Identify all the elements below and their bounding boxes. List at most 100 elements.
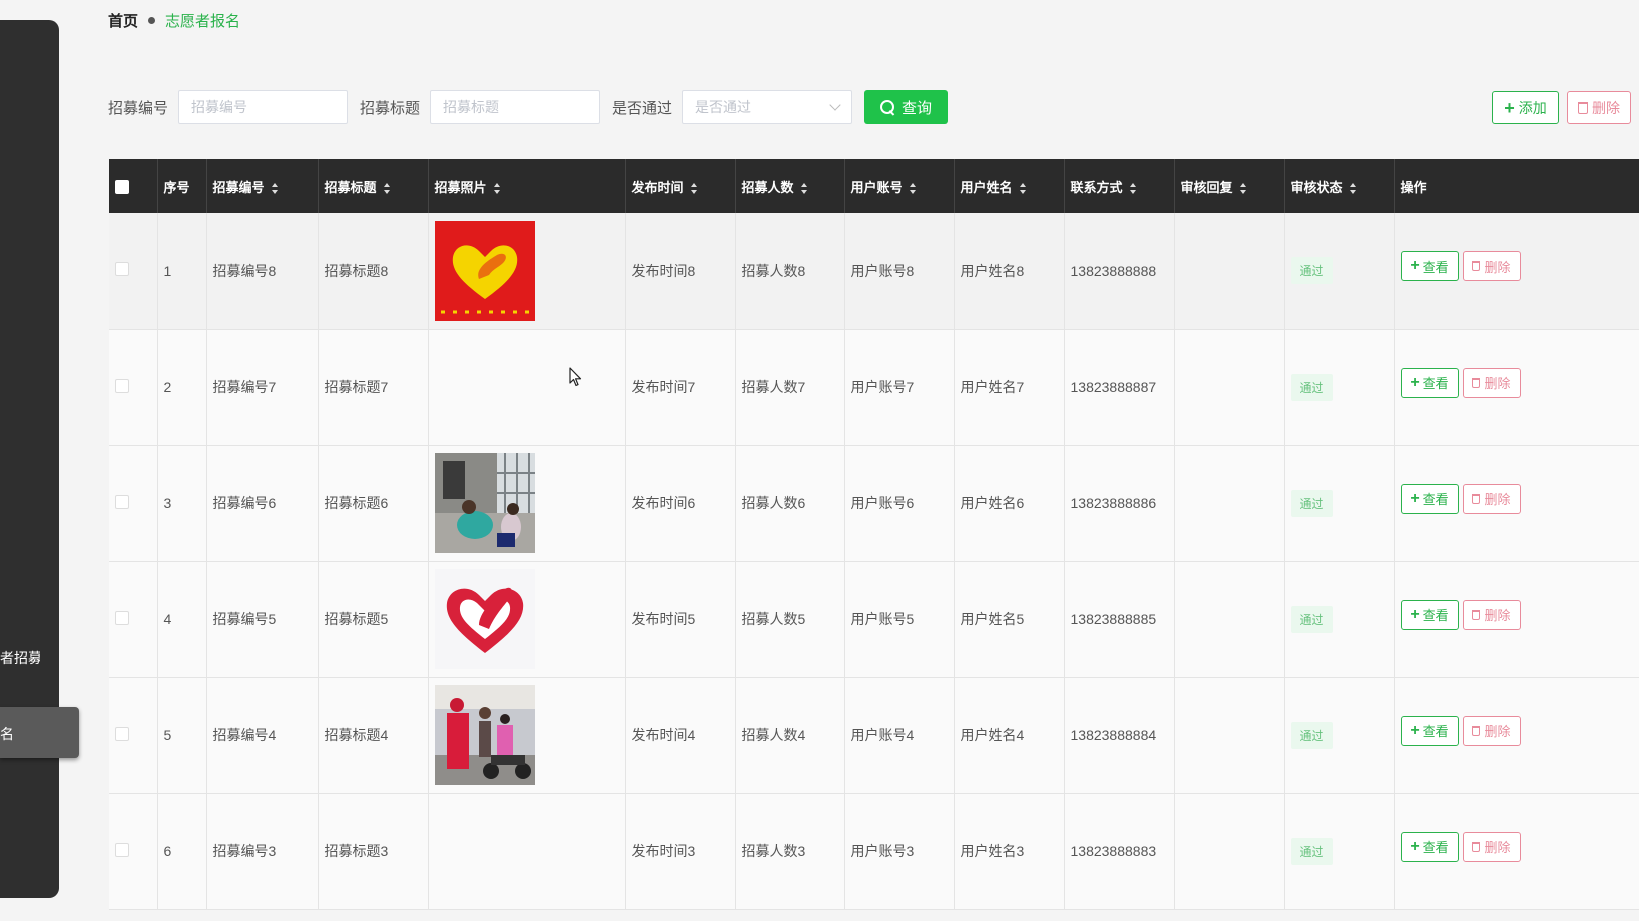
trash-icon: [1578, 101, 1588, 114]
add-button[interactable]: + 添加: [1492, 91, 1559, 124]
row-delete-button[interactable]: 删除: [1462, 715, 1521, 746]
title-cell: 招募标题6: [318, 445, 429, 562]
title-cell: 招募标题7: [318, 329, 429, 446]
status-cell: 通过: [1284, 329, 1395, 446]
row-checkbox[interactable]: [115, 262, 129, 277]
header-account[interactable]: 用户账号: [844, 159, 955, 213]
code-input[interactable]: [178, 90, 349, 124]
view-button[interactable]: + 查看: [1400, 483, 1459, 514]
row-delete-button[interactable]: 删除: [1462, 367, 1521, 398]
plus-icon: +: [1410, 721, 1420, 739]
header-count[interactable]: 招募人数: [735, 159, 845, 213]
sidebar-item-recruit[interactable]: 志愿者招募: [0, 648, 40, 668]
reply-cell: [1174, 445, 1285, 562]
sort-icon[interactable]: [690, 182, 698, 194]
trash-icon: [1472, 841, 1481, 852]
index-cell: 5: [157, 677, 207, 794]
phone-cell: 13823888886: [1064, 445, 1175, 562]
view-label: 查看: [1422, 840, 1449, 855]
row-select-cell[interactable]: [109, 329, 158, 446]
name-cell: 用户姓名7: [954, 329, 1065, 446]
sort-icon[interactable]: [1239, 182, 1247, 194]
row-select-cell[interactable]: [109, 213, 158, 330]
view-button[interactable]: + 查看: [1400, 251, 1459, 281]
view-button[interactable]: + 查看: [1400, 831, 1459, 862]
breadcrumb-home[interactable]: 首页: [108, 10, 138, 31]
photo-cell: [428, 445, 626, 562]
mouse-cursor-icon: [569, 367, 582, 387]
row-select-cell[interactable]: [109, 561, 158, 678]
status-cell: 通过: [1284, 213, 1395, 330]
sort-icon[interactable]: [383, 182, 391, 194]
add-label: 添加: [1518, 99, 1547, 116]
sort-icon[interactable]: [800, 182, 808, 194]
search-bar: 招募编号 招募标题 是否通过 是否通过 查询: [108, 90, 949, 124]
time-cell: 发布时间3: [625, 793, 736, 910]
sidebar-item-signup[interactable]: 志愿者报名: [0, 707, 79, 758]
row-delete-button[interactable]: 删除: [1462, 831, 1521, 862]
row-delete-label: 删除: [1484, 376, 1511, 391]
select-all-checkbox[interactable]: [115, 179, 129, 194]
account-cell: 用户账号8: [844, 213, 955, 330]
row-checkbox[interactable]: [115, 842, 129, 857]
time-cell: 发布时间4: [625, 677, 736, 794]
reply-cell: [1174, 329, 1285, 446]
account-cell: 用户账号3: [844, 793, 955, 910]
row-checkbox[interactable]: [115, 610, 129, 625]
title-label: 招募标题: [360, 99, 421, 117]
header-title[interactable]: 招募标题: [318, 159, 429, 213]
sort-icon[interactable]: [909, 182, 917, 194]
row-checkbox[interactable]: [115, 726, 129, 741]
view-label: 查看: [1422, 492, 1449, 507]
row-checkbox[interactable]: [115, 378, 129, 393]
query-label: 查询: [902, 99, 933, 117]
index-cell: 6: [157, 793, 207, 910]
row-select-cell[interactable]: [109, 445, 158, 562]
plus-icon: +: [1504, 97, 1515, 118]
sort-icon[interactable]: [1019, 182, 1027, 194]
header-phone[interactable]: 联系方式: [1064, 159, 1175, 213]
row-delete-button[interactable]: 删除: [1462, 599, 1521, 630]
actions-cell: + 查看 删除: [1394, 561, 1639, 678]
photo-cell: [428, 677, 626, 794]
status-cell: 通过: [1284, 445, 1395, 562]
approved-select[interactable]: 是否通过: [682, 90, 853, 124]
header-reply[interactable]: 审核回复: [1174, 159, 1285, 213]
header-name[interactable]: 用户姓名: [954, 159, 1065, 213]
photo-cell: [428, 213, 626, 330]
sort-icon[interactable]: [1129, 182, 1137, 194]
table-row: 3 招募编号6 招募标题6 发布时间6 招募人数6 用户账号6 用户姓名6 138238888…: [109, 445, 1639, 562]
phone-cell: 13823888887: [1064, 329, 1175, 446]
view-button[interactable]: + 查看: [1400, 715, 1459, 746]
header-photo[interactable]: 招募照片: [428, 159, 626, 213]
delete-button[interactable]: 删除: [1567, 91, 1631, 124]
account-cell: 用户账号6: [844, 445, 955, 562]
header-select-all[interactable]: [109, 159, 158, 213]
sort-icon[interactable]: [493, 182, 501, 194]
sort-icon[interactable]: [271, 182, 279, 194]
row-select-cell[interactable]: [109, 793, 158, 910]
row-select-cell[interactable]: [109, 677, 158, 794]
title-cell: 招募标题4: [318, 677, 429, 794]
data-table: 序号 招募编号 招募标题 招募照片 发布时间 招募人数 用户账号 用户姓名 联系…: [109, 159, 1639, 921]
row-delete-label: 删除: [1484, 259, 1511, 275]
view-button[interactable]: + 查看: [1400, 599, 1459, 630]
row-delete-button[interactable]: 删除: [1462, 483, 1521, 514]
row-delete-button[interactable]: 删除: [1462, 251, 1521, 281]
name-cell: 用户姓名3: [954, 793, 1065, 910]
title-input[interactable]: [430, 90, 601, 124]
approved-select-placeholder: 是否通过: [695, 99, 752, 115]
header-code[interactable]: 招募编号: [206, 159, 319, 213]
row-checkbox[interactable]: [115, 494, 129, 509]
actions-cell: + 查看 删除: [1394, 329, 1639, 446]
header-status[interactable]: 审核状态: [1284, 159, 1395, 213]
sort-icon[interactable]: [1349, 182, 1357, 194]
code-cell: 招募编号8: [206, 213, 319, 330]
query-button[interactable]: 查询: [864, 90, 949, 124]
view-button[interactable]: + 查看: [1400, 367, 1459, 398]
header-time[interactable]: 发布时间: [625, 159, 736, 213]
heart-logo-white: [434, 569, 535, 669]
photo-cell: [428, 329, 626, 446]
view-label: 查看: [1422, 608, 1449, 623]
code-cell: 招募编号5: [206, 561, 319, 678]
